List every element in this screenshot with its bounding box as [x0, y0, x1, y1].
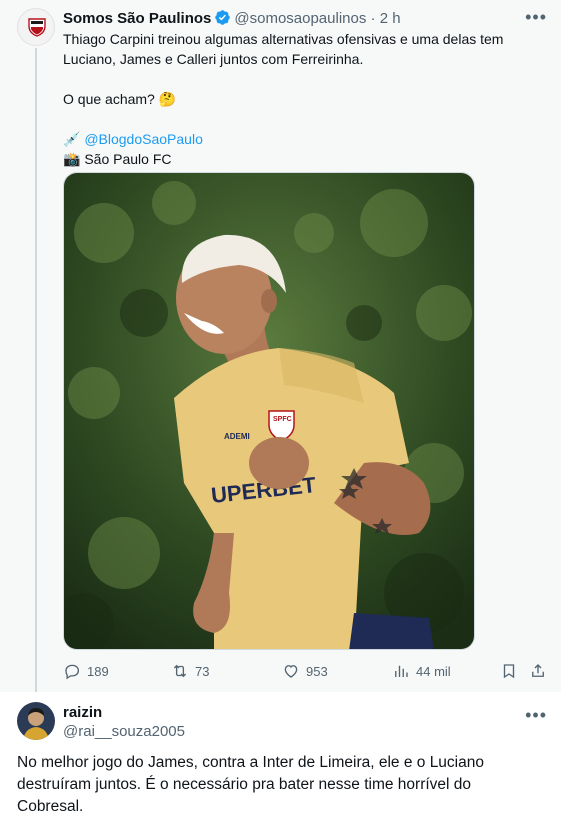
mention-link[interactable]: @BlogdoSaoPaulo: [84, 131, 203, 147]
post-text-line: Thiago Carpini treinou algumas alternati…: [63, 31, 504, 47]
repost-icon: [173, 664, 187, 678]
author-name[interactable]: Somos São Paulinos: [63, 10, 211, 27]
reply-icon: [65, 664, 80, 680]
share-icon: [532, 664, 544, 677]
more-options-icon[interactable]: •••: [525, 8, 547, 26]
share-button[interactable]: [529, 661, 547, 681]
like-count: 953: [306, 663, 328, 679]
photo-credit: São Paulo FC: [84, 151, 172, 167]
reply-author-handle[interactable]: @rai__souza2005: [63, 723, 185, 740]
post-time[interactable]: 2 h: [380, 10, 401, 27]
reply-button[interactable]: 189: [63, 661, 109, 681]
syringe-icon: 💉: [63, 131, 81, 147]
like-button[interactable]: 953: [282, 661, 328, 681]
views-count: 44 mil: [416, 663, 451, 679]
club-shield-icon: [28, 18, 46, 37]
repost-count: 73: [195, 663, 210, 679]
views-button[interactable]: 44 mil: [392, 661, 451, 681]
reply-post[interactable]: raizin @rai__souza2005 ••• No melhor jog…: [0, 692, 561, 815]
photo-credit-line: 📸 São Paulo FC: [63, 149, 543, 169]
post-text-line: Luciano, James e Calleri juntos com Ferr…: [63, 51, 364, 67]
shirt-badge: SPFC: [273, 416, 292, 423]
bookmark-button[interactable]: [500, 661, 518, 681]
post-photo[interactable]: UPERBET SPFC ADEMI: [63, 172, 475, 650]
header-separator: ·: [370, 10, 376, 27]
verified-badge-icon: [214, 9, 231, 31]
views-icon: [395, 665, 408, 677]
bookmark-icon: [503, 664, 515, 679]
reply-avatar[interactable]: [17, 702, 55, 740]
credit-line: 💉 @BlogdoSaoPaulo: [63, 129, 543, 149]
heart-icon: [284, 665, 298, 678]
reply-avatar-image: [17, 702, 55, 740]
post-header: Somos São Paulinos @somosaopaulinos · 2 h: [63, 9, 401, 31]
repost-button[interactable]: 73: [171, 661, 209, 681]
reply-text: No melhor jogo do James, contra a Inter …: [17, 754, 484, 815]
post-question: O que acham? 🤔: [63, 91, 177, 107]
shirt-logo: ADEMI: [224, 432, 250, 441]
post-text: Thiago Carpini treinou algumas alternati…: [63, 29, 543, 169]
action-bar: 189 73 953 44 mil: [63, 661, 553, 681]
original-post[interactable]: Somos São Paulinos @somosaopaulinos · 2 h…: [0, 0, 561, 694]
reply-count: 189: [87, 663, 109, 679]
camera-icon: 📸: [63, 151, 81, 167]
thread-connector: [35, 48, 37, 694]
author-handle[interactable]: @somosaopaulinos: [234, 10, 366, 27]
author-avatar[interactable]: [17, 8, 55, 46]
reply-author-name[interactable]: raizin: [63, 704, 102, 721]
player-photo: UPERBET SPFC ADEMI: [64, 173, 474, 649]
reply-more-options-icon[interactable]: •••: [525, 706, 547, 724]
